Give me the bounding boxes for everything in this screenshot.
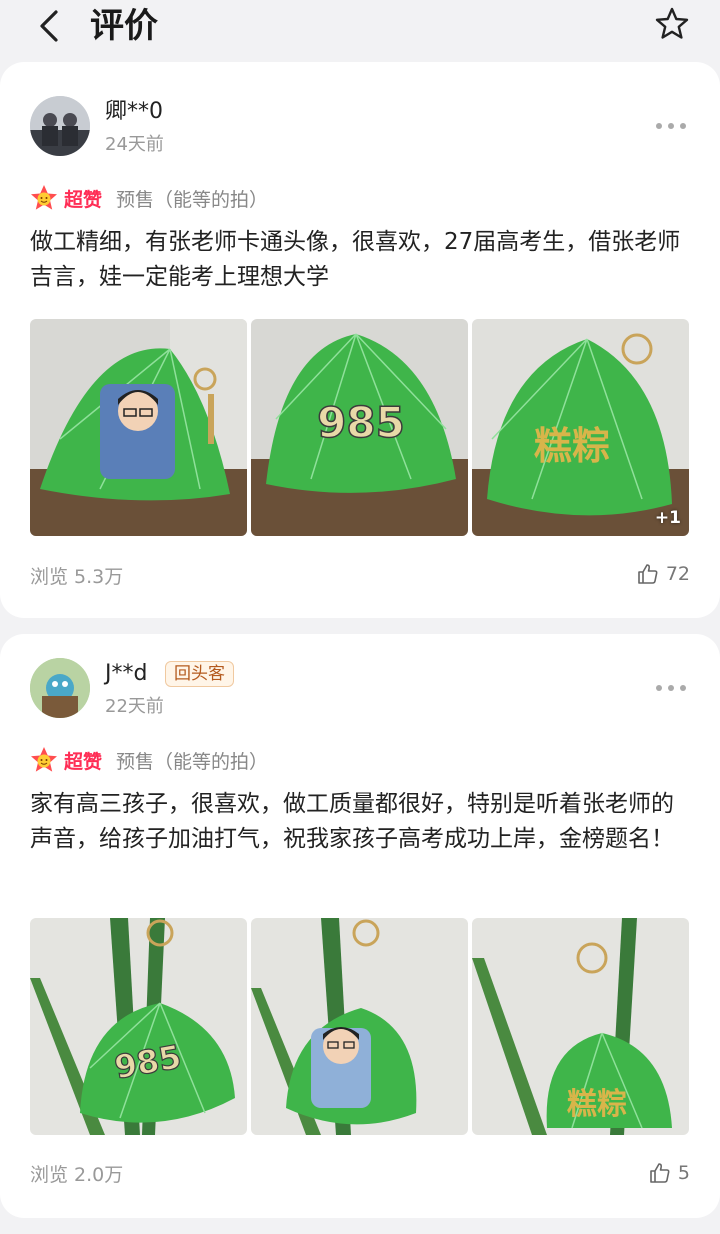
like-count: 5 xyxy=(677,1162,690,1184)
favorite-star-icon[interactable] xyxy=(652,4,692,44)
thumbs-up-icon xyxy=(650,1163,670,1183)
rating-row: 超赞 预售（能等的拍） xyxy=(30,744,268,776)
review-time: 24天前 xyxy=(105,134,164,155)
review-time: 22天前 xyxy=(105,696,164,717)
avatar[interactable] xyxy=(30,658,90,718)
presale-tag: 预售（能等的拍） xyxy=(116,188,269,211)
photo-caption: 糕粽 xyxy=(534,424,610,468)
more-options-icon[interactable] xyxy=(654,680,688,696)
rating-label: 超赞 xyxy=(64,750,103,773)
rating-label: 超赞 xyxy=(64,188,103,211)
username[interactable]: J**d xyxy=(105,660,147,688)
presale-tag: 预售（能等的拍） xyxy=(116,750,269,773)
photo-grid: 985 糕粽 xyxy=(30,918,690,1135)
rating-row: 超赞 预售（能等的拍） xyxy=(30,182,268,214)
username[interactable]: 卿**0 xyxy=(105,98,163,126)
photo-caption: 985 xyxy=(317,398,405,447)
repeat-customer-badge: 回头客 xyxy=(165,661,234,687)
review-text: 家有高三孩子，很喜欢，做工质量都很好，特别是听着张老师的声音，给孩子加油打气，祝… xyxy=(30,791,674,852)
review-text: 做工精细，有张老师卡通头像，很喜欢，27届高考生，借张老师吉言，娃一定能考上理想… xyxy=(30,229,681,290)
view-count: 浏览 5.3万 xyxy=(30,566,124,588)
review-photo[interactable]: 985 xyxy=(30,918,247,1135)
review-photo[interactable]: 985 xyxy=(251,319,468,536)
review-photo[interactable]: 糕粽 xyxy=(472,918,689,1135)
top-bar: 评价 xyxy=(0,0,720,62)
review-card: 卿**0 24天前 超赞 预售（能等的拍） 做工精细，有张老师卡通头像，很喜欢，… xyxy=(0,62,720,618)
more-photos-count: +1 xyxy=(654,508,681,528)
thumbs-up-icon xyxy=(638,564,658,584)
super-like-icon xyxy=(31,747,57,772)
like-count: 72 xyxy=(665,563,690,585)
view-count: 浏览 2.0万 xyxy=(30,1164,124,1186)
back-arrow-icon[interactable] xyxy=(30,6,70,46)
photo-caption: 糕粽 xyxy=(567,1087,627,1122)
review-photo[interactable] xyxy=(251,918,468,1135)
review-photo[interactable]: 糕粽 +1 xyxy=(472,319,689,536)
review-card: J**d 回头客 22天前 超赞 预售（能等的拍） 家有高三孩子，很喜欢，做工质… xyxy=(0,634,720,1218)
more-options-icon[interactable] xyxy=(654,118,688,134)
avatar-photo-icon xyxy=(30,96,90,156)
page-title: 评价 xyxy=(90,6,158,46)
photo-grid: 985 糕粽 +1 xyxy=(30,319,690,536)
avatar[interactable] xyxy=(30,96,90,156)
like-button[interactable]: 72 xyxy=(636,562,690,586)
avatar-cartoon-icon xyxy=(30,658,90,718)
like-button[interactable]: 5 xyxy=(648,1161,690,1185)
review-photo[interactable] xyxy=(30,319,247,536)
super-like-icon xyxy=(31,185,57,210)
